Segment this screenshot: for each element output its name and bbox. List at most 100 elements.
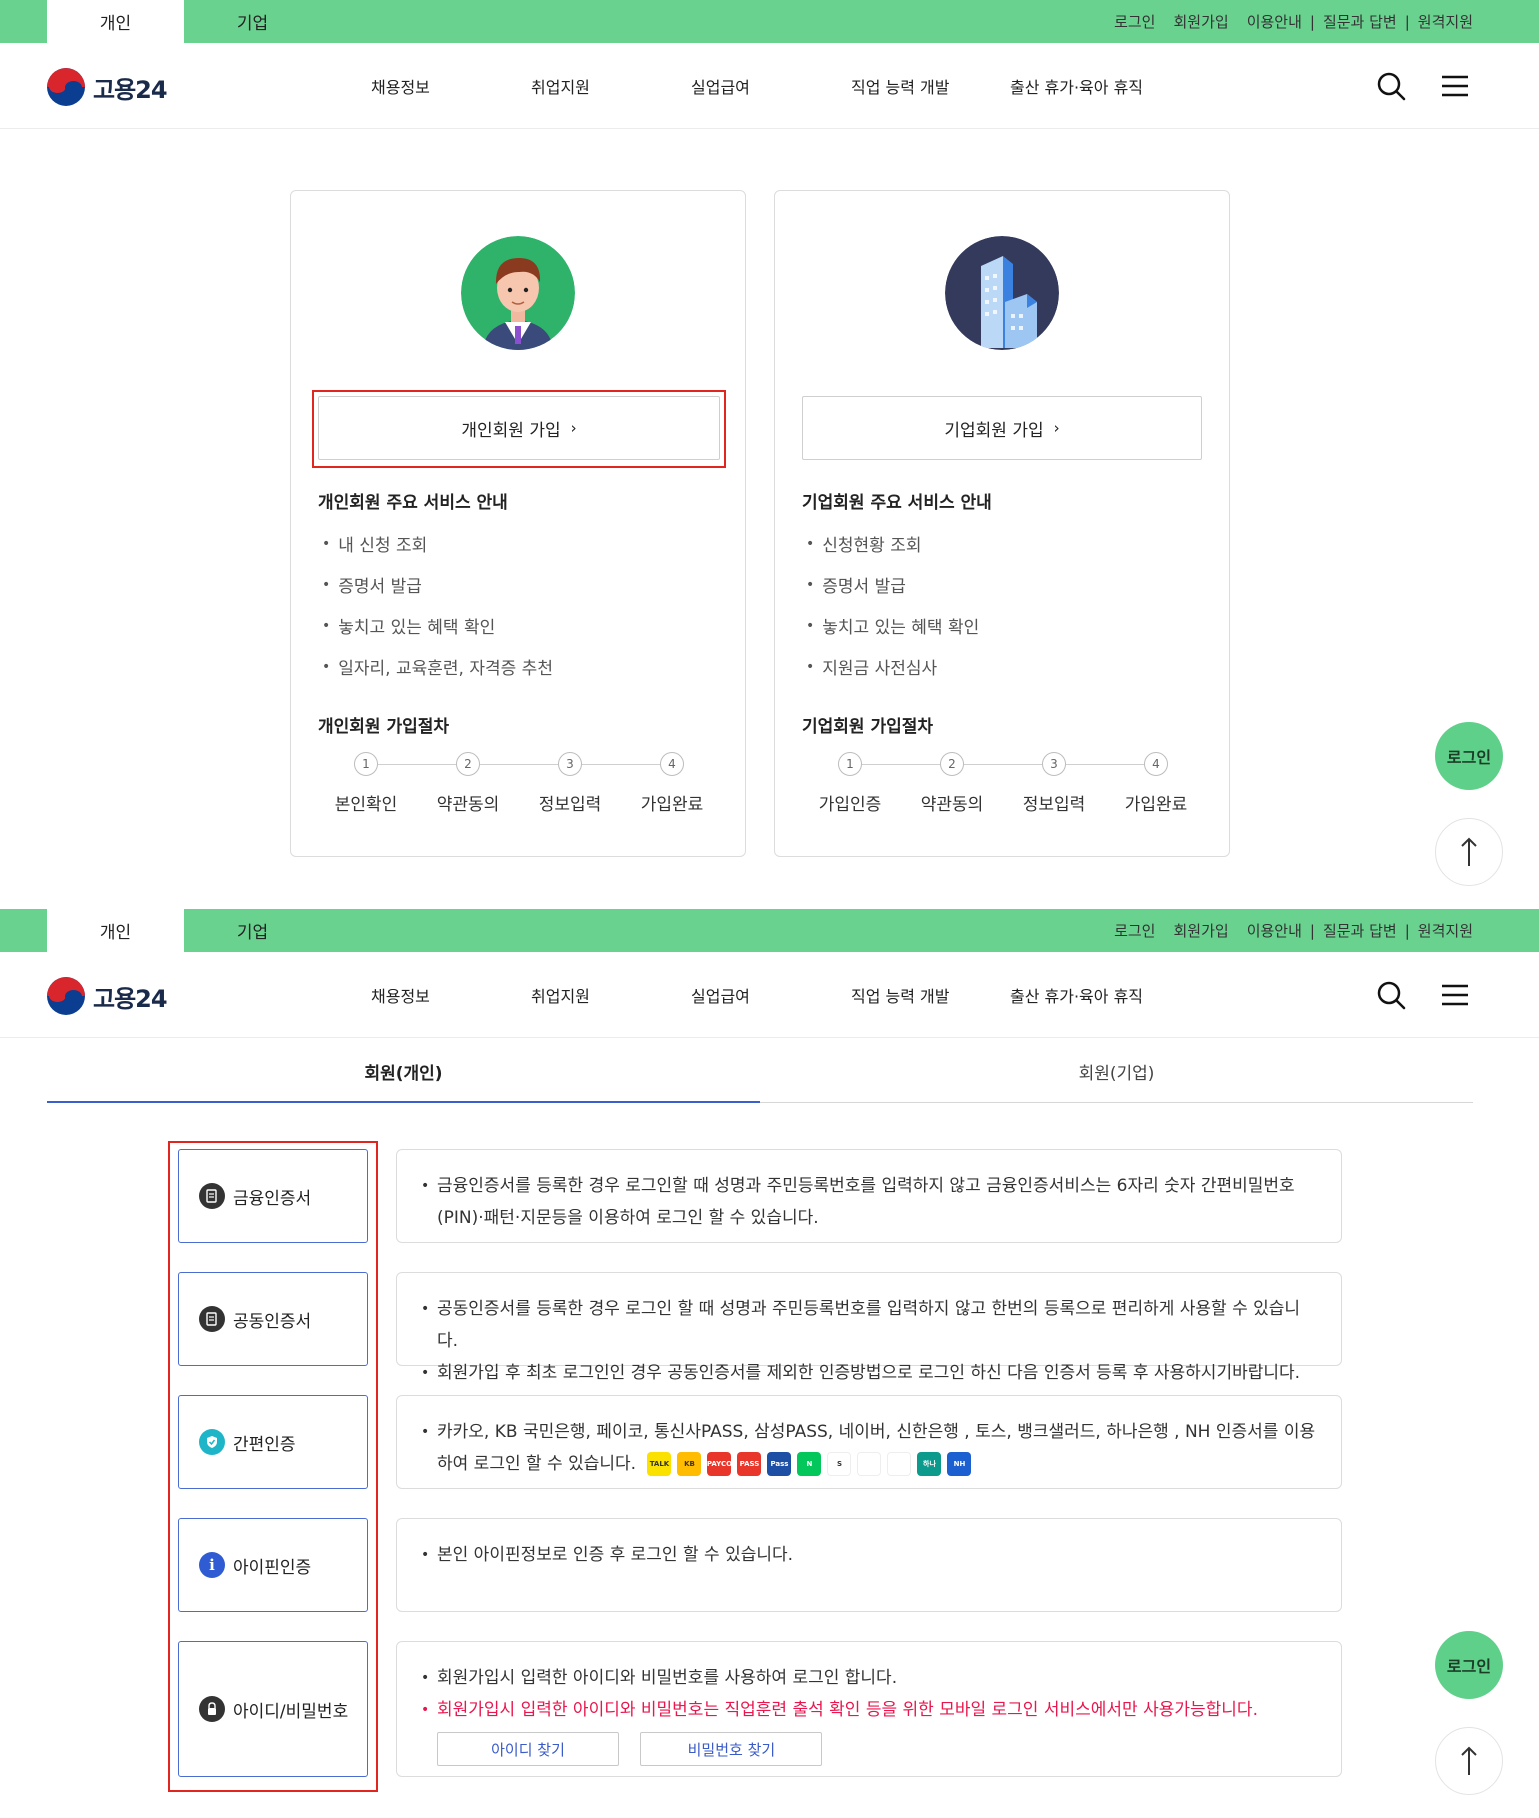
site-logo[interactable]: 고용24	[47, 68, 168, 106]
nav-jobs[interactable]: 채용정보	[371, 952, 430, 1038]
active-tab-indicator	[47, 1101, 760, 1103]
nav-unemployment-benefits[interactable]: 실업급여	[691, 952, 750, 1038]
tab-member-personal[interactable]: 회원(개인)	[47, 1040, 760, 1102]
util-remote-link[interactable]: 원격지원	[1418, 11, 1473, 32]
certificate-icon	[199, 1183, 225, 1209]
description-text: 카카오, KB 국민은행, 페이코, 통신사PASS, 삼성PASS, 네이버,…	[421, 1416, 1317, 1480]
payco-icon: PAYCO	[707, 1452, 732, 1476]
find-password-button[interactable]: 비밀번호 찾기	[640, 1732, 823, 1766]
step-info: 3 정보입력	[1004, 752, 1104, 815]
kakao-icon: TALK	[647, 1452, 672, 1476]
floating-login-button[interactable]: 로그인	[1435, 722, 1503, 790]
login-joint-cert-button[interactable]: 공동인증서	[178, 1272, 368, 1366]
search-icon[interactable]	[1376, 980, 1406, 1010]
method-label: 간편인증	[233, 1434, 296, 1455]
kb-icon: KB	[677, 1452, 702, 1476]
toss-icon	[857, 1452, 882, 1476]
taegeuk-logo-icon	[47, 977, 85, 1015]
step-auth: 1 가입인증	[800, 752, 900, 815]
login-simple-auth-button[interactable]: 간편인증	[178, 1395, 368, 1489]
scroll-top-button[interactable]	[1435, 818, 1503, 886]
auth-provider-icons: TALK KB PAYCO PASS Pass N S 하나 NH	[641, 1452, 977, 1476]
banksalad-icon	[887, 1452, 912, 1476]
building-avatar-icon	[945, 236, 1059, 350]
simple-auth-description: 카카오, KB 국민은행, 페이코, 통신사PASS, 삼성PASS, 네이버,…	[396, 1395, 1342, 1489]
nh-icon: NH	[947, 1452, 972, 1476]
list-item: 놓치고 있는 혜택 확인	[322, 605, 553, 646]
certificate-icon	[199, 1306, 225, 1332]
top-utility-bar: 개인 기업 로그인 회원가입 이용안내 | 질문과 답변 | 원격지원	[0, 909, 1539, 952]
divider: |	[1309, 12, 1315, 31]
arrow-up-icon	[1461, 1746, 1477, 1775]
tab-divider	[760, 1102, 1473, 1103]
taegeuk-logo-icon	[47, 68, 85, 106]
method-label: 금융인증서	[233, 1188, 312, 1209]
tab-member-corporate[interactable]: 회원(기업)	[760, 1040, 1473, 1102]
floating-login-button[interactable]: 로그인	[1435, 1631, 1503, 1699]
shield-check-icon	[199, 1429, 225, 1455]
tab-corporate[interactable]: 기업	[184, 909, 321, 952]
nav-maternity-parental-leave[interactable]: 출산 휴가·육아 휴직	[1010, 952, 1143, 1038]
tab-personal[interactable]: 개인	[47, 0, 184, 43]
chevron-right-icon: ›	[570, 419, 577, 437]
list-item: 일자리, 교육훈련, 자격증 추천	[322, 646, 553, 687]
login-ipin-button[interactable]: i 아이핀인증	[178, 1518, 368, 1612]
lock-icon	[199, 1696, 225, 1722]
util-login-link[interactable]: 로그인	[1114, 920, 1155, 941]
nav-skills-development[interactable]: 직업 능력 개발	[851, 43, 950, 129]
util-guide-link[interactable]: 이용안내	[1247, 11, 1302, 32]
logo-text: 고용24	[93, 75, 168, 104]
nav-skills-development[interactable]: 직업 능력 개발	[851, 952, 950, 1038]
pass-icon: PASS	[737, 1452, 762, 1476]
util-remote-link[interactable]: 원격지원	[1418, 920, 1473, 941]
nav-jobs[interactable]: 채용정보	[371, 43, 430, 129]
personal-join-steps: 1 본인확인 2 약관동의 3 정보입력 4 가입완료	[318, 752, 718, 822]
nav-unemployment-benefits[interactable]: 실업급여	[691, 43, 750, 129]
shinhan-icon: S	[827, 1452, 852, 1476]
util-login-link[interactable]: 로그인	[1114, 11, 1155, 32]
list-item: 지원금 사전심사	[806, 646, 979, 687]
list-item: 증명서 발급	[322, 564, 553, 605]
description-text: 금융인증서를 등록한 경우 로그인할 때 성명과 주민등록번호를 입력하지 않고…	[421, 1170, 1317, 1234]
nav-employment-support[interactable]: 취업지원	[531, 43, 590, 129]
info-icon: i	[199, 1552, 225, 1578]
util-signup-link[interactable]: 회원가입	[1173, 920, 1228, 941]
description-text: 회원가입시 입력한 아이디와 비밀번호를 사용하여 로그인 합니다.	[421, 1662, 1317, 1694]
personal-join-label: 개인회원 가입	[461, 420, 561, 441]
site-header: 고용24 채용정보 취업지원 실업급여 직업 능력 개발 출산 휴가·육아 휴직	[0, 43, 1539, 129]
personal-join-button[interactable]: 개인회원 가입 ›	[318, 396, 720, 460]
step-complete: 4 가입완료	[1106, 752, 1206, 815]
naver-icon: N	[797, 1452, 822, 1476]
corporate-join-button[interactable]: 기업회원 가입 ›	[802, 396, 1202, 460]
step-complete: 4 가입완료	[622, 752, 722, 815]
hamburger-menu-icon[interactable]	[1440, 71, 1470, 101]
description-text: 공동인증서를 등록한 경우 로그인 할 때 성명과 주민등록번호를 입력하지 않…	[421, 1293, 1317, 1357]
divider: |	[1404, 12, 1410, 31]
personal-services-list: 내 신청 조회 증명서 발급 놓치고 있는 혜택 확인 일자리, 교육훈련, 자…	[322, 523, 553, 687]
login-financial-cert-button[interactable]: 금융인증서	[178, 1149, 368, 1243]
personal-steps-title: 개인회원 가입절차	[318, 717, 450, 737]
warning-text: 회원가입시 입력한 아이디와 비밀번호는 직업훈련 출석 확인 등을 위한 모바…	[421, 1694, 1317, 1726]
util-qna-link[interactable]: 질문과 답변	[1323, 920, 1397, 941]
search-icon[interactable]	[1376, 71, 1406, 101]
tab-corporate[interactable]: 기업	[184, 0, 321, 43]
util-qna-link[interactable]: 질문과 답변	[1323, 11, 1397, 32]
site-logo[interactable]: 고용24	[47, 977, 168, 1015]
utility-links: 로그인 회원가입 이용안내 | 질문과 답변 | 원격지원	[1106, 0, 1473, 43]
find-id-button[interactable]: 아이디 찾기	[437, 1732, 619, 1766]
scroll-top-button[interactable]	[1435, 1727, 1503, 1795]
joint-cert-description: 공동인증서를 등록한 경우 로그인 할 때 성명과 주민등록번호를 입력하지 않…	[396, 1272, 1342, 1389]
utility-links: 로그인 회원가입 이용안내 | 질문과 답변 | 원격지원	[1106, 909, 1473, 952]
hamburger-menu-icon[interactable]	[1440, 980, 1470, 1010]
nav-maternity-parental-leave[interactable]: 출산 휴가·육아 휴직	[1010, 43, 1143, 129]
financial-cert-description: 금융인증서를 등록한 경우 로그인할 때 성명과 주민등록번호를 입력하지 않고…	[396, 1149, 1342, 1243]
tab-personal[interactable]: 개인	[47, 909, 184, 952]
util-guide-link[interactable]: 이용안내	[1247, 920, 1302, 941]
person-avatar-icon	[461, 236, 575, 350]
nav-employment-support[interactable]: 취업지원	[531, 952, 590, 1038]
list-item: 내 신청 조회	[322, 523, 553, 564]
list-item: 증명서 발급	[806, 564, 979, 605]
login-id-password-button[interactable]: 아이디/비밀번호	[178, 1641, 368, 1777]
samsung-pass-icon: Pass	[767, 1452, 792, 1476]
util-signup-link[interactable]: 회원가입	[1173, 11, 1228, 32]
